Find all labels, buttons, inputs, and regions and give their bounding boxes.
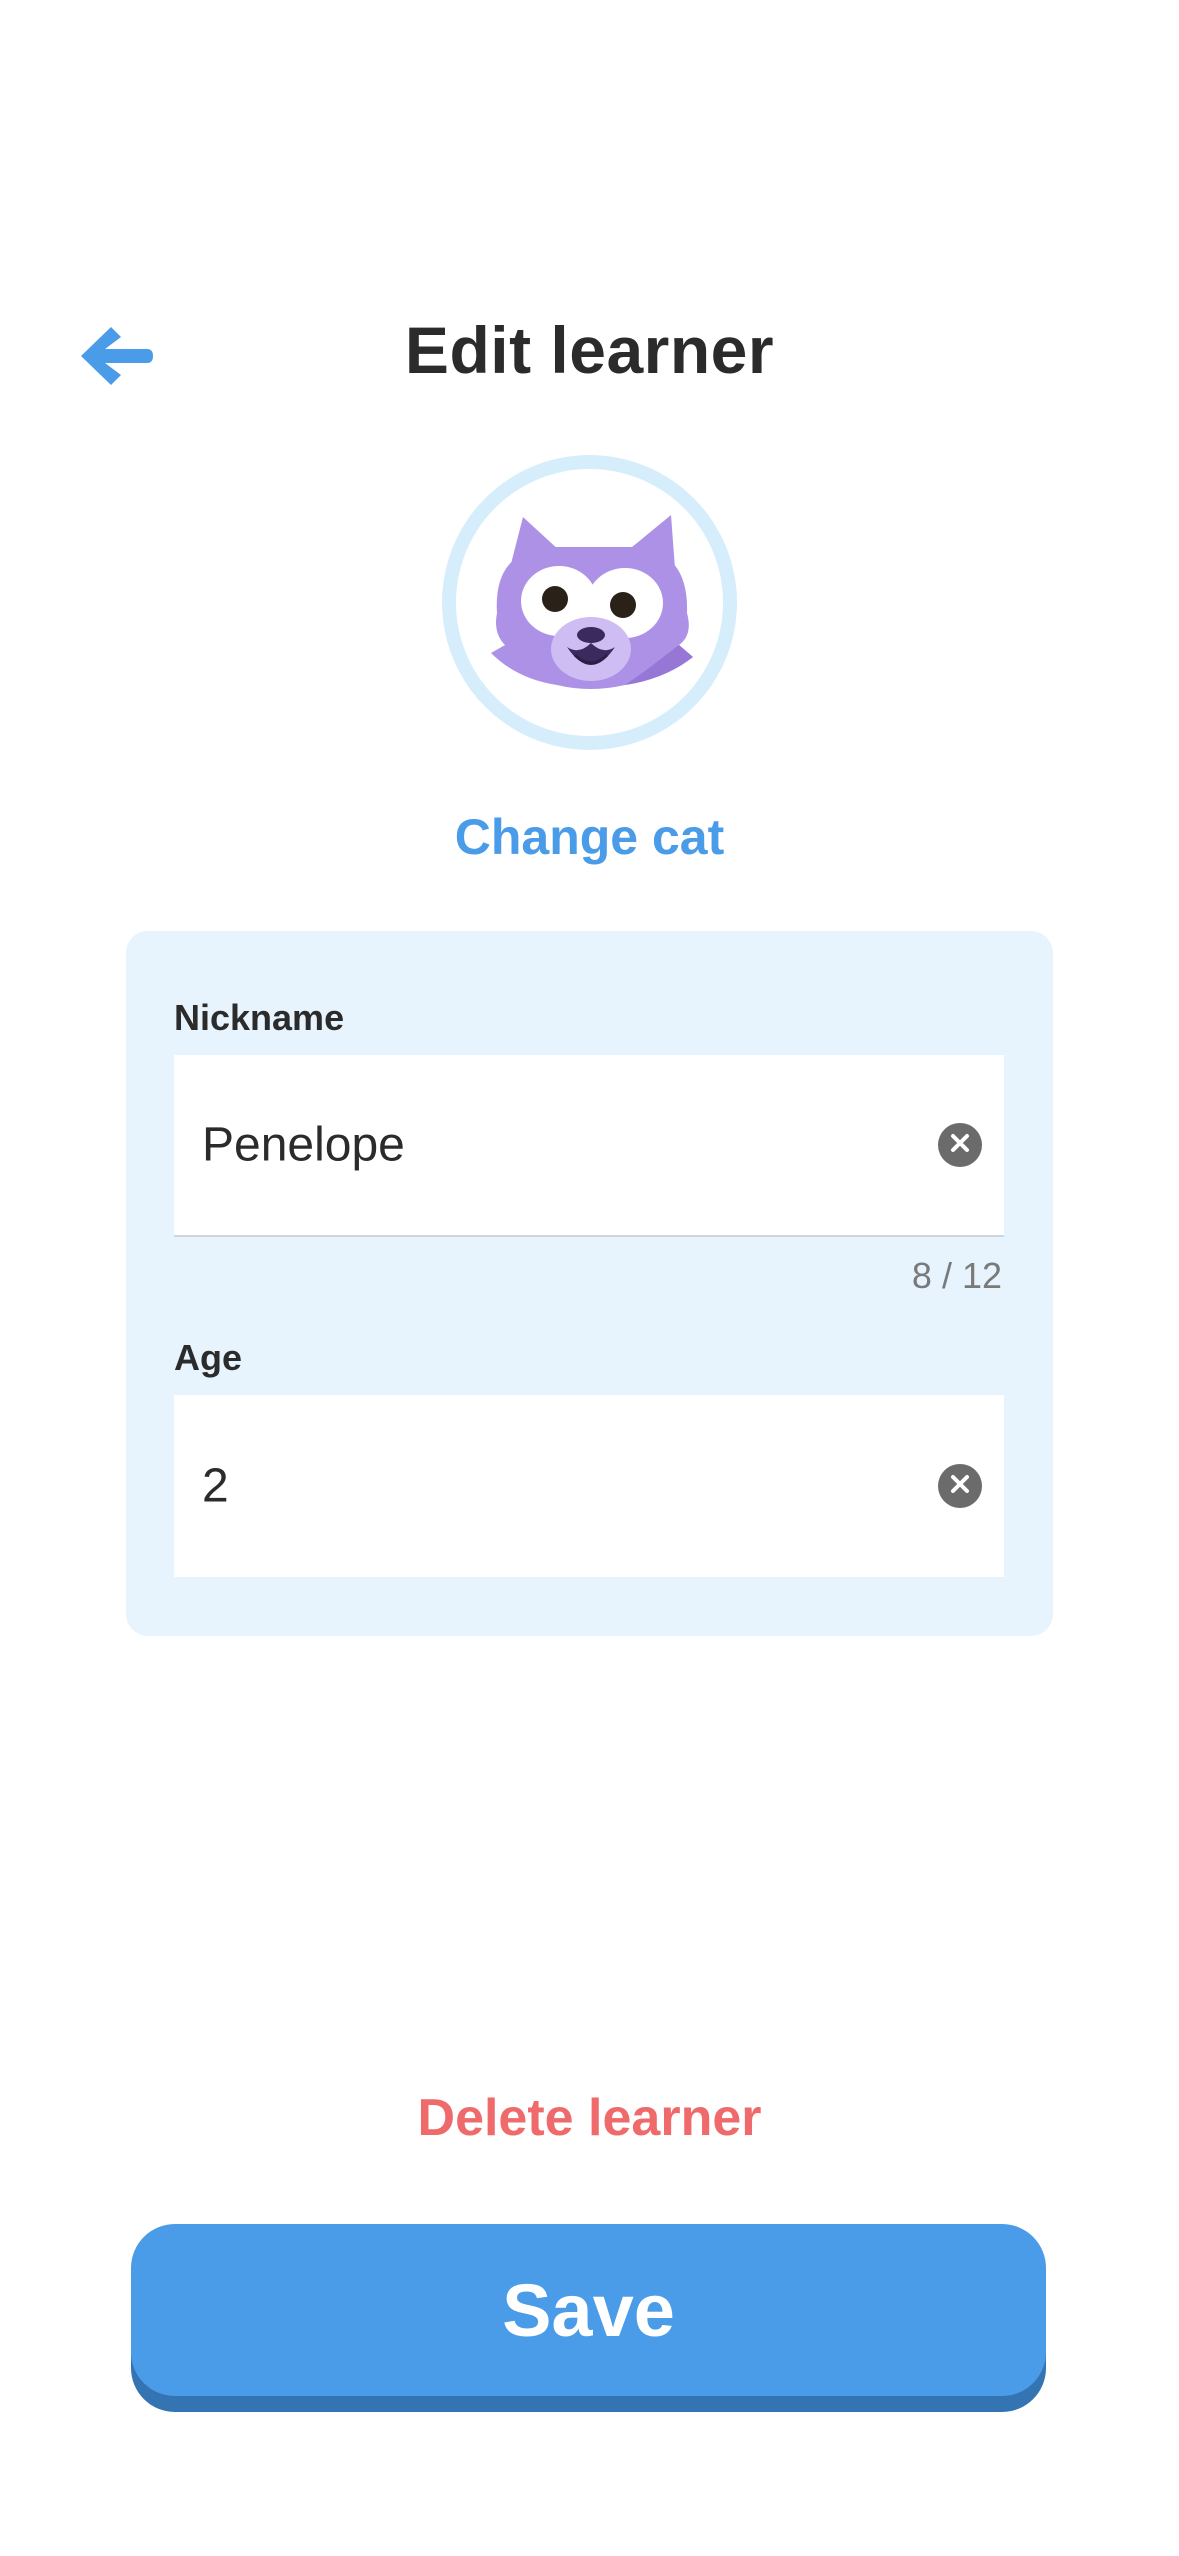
edit-learner-screen: Edit learner Change cat Nickname Penelop… bbox=[0, 0, 1179, 2556]
change-cat-link[interactable]: Change cat bbox=[0, 808, 1179, 866]
purple-cat-face-icon bbox=[475, 485, 705, 720]
age-label: Age bbox=[174, 1337, 243, 1378]
age-field[interactable] bbox=[174, 1395, 1004, 1577]
clear-circle-icon bbox=[949, 1132, 971, 1159]
nickname-clear-button[interactable] bbox=[938, 1123, 982, 1167]
avatar-inner bbox=[456, 469, 723, 736]
age-input[interactable] bbox=[202, 1458, 882, 1514]
nickname-label: Nickname bbox=[174, 997, 345, 1038]
age-clear-button[interactable] bbox=[938, 1464, 982, 1508]
clear-circle-icon bbox=[949, 1473, 971, 1500]
page-title: Edit learner bbox=[404, 313, 775, 387]
nickname-field[interactable] bbox=[174, 1055, 1004, 1237]
avatar[interactable] bbox=[442, 455, 737, 750]
save-button[interactable]: Save bbox=[131, 2224, 1046, 2396]
delete-learner-button[interactable]: Delete learner bbox=[0, 2088, 1179, 2148]
nickname-input[interactable] bbox=[202, 1117, 882, 1173]
nickname-character-counter: 8 / 12 bbox=[911, 1255, 1002, 1296]
